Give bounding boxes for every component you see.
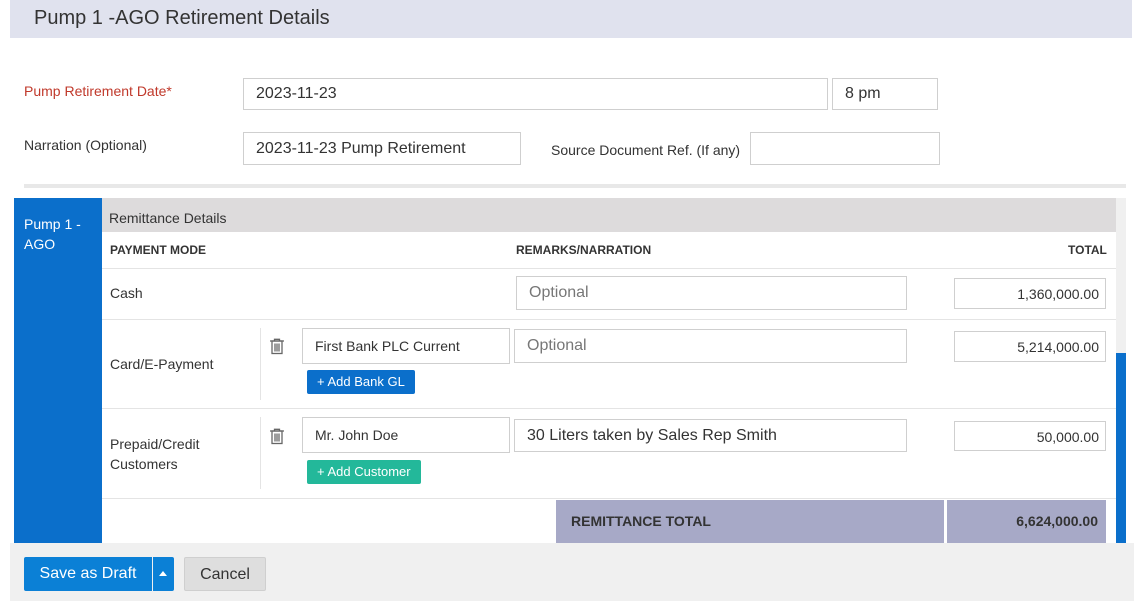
remittance-scrollbar[interactable] (1116, 198, 1126, 543)
card-total-input[interactable]: 5,214,000.00 (954, 331, 1106, 362)
trash-icon[interactable] (268, 427, 286, 445)
col-total: TOTAL (1068, 243, 1107, 257)
add-bank-gl-button[interactable]: + Add Bank GL (307, 370, 415, 394)
caret-up-icon[interactable] (153, 557, 174, 591)
footer-bar: Save as Draft Cancel (10, 543, 1134, 601)
row-divider (102, 268, 1116, 269)
trash-icon[interactable] (268, 337, 286, 355)
pump-tab[interactable]: Pump 1 - AGO (14, 198, 102, 543)
source-document-input[interactable] (750, 132, 940, 165)
remittance-title: Remittance Details (109, 210, 227, 226)
section-divider (24, 184, 1126, 188)
remittance-total-label: REMITTANCE TOTAL (556, 500, 944, 543)
page-title: Pump 1 -AGO Retirement Details (34, 7, 330, 29)
card-remarks-input[interactable]: Optional (514, 329, 907, 363)
col-remarks: REMARKS/NARRATION (516, 243, 652, 257)
cash-total-input[interactable]: 1,360,000.00 (954, 278, 1106, 309)
page-header: Pump 1 -AGO Retirement Details (10, 0, 1132, 38)
narration-label: Narration (Optional) (24, 137, 147, 153)
save-as-draft-button[interactable]: Save as Draft (24, 557, 152, 591)
retirement-date-label: Pump Retirement Date* (24, 83, 172, 99)
scroll-thumb[interactable] (1116, 353, 1126, 543)
retirement-time-input[interactable]: 8 pm (832, 78, 938, 110)
row-separator (260, 328, 261, 400)
row-separator (260, 417, 261, 489)
prepaid-remarks-input[interactable]: 30 Liters taken by Sales Rep Smith (514, 419, 907, 452)
remittance-panel: Remittance Details PAYMENT MODE REMARKS/… (102, 198, 1116, 543)
card-payment-label: Card/E-Payment (110, 356, 214, 372)
bank-account-select[interactable]: First Bank PLC Current (302, 328, 510, 364)
source-document-label: Source Document Ref. (If any) (551, 142, 741, 158)
remittance-total-value: 6,624,000.00 (947, 500, 1106, 543)
cancel-button[interactable]: Cancel (184, 557, 266, 591)
add-customer-button[interactable]: + Add Customer (307, 460, 421, 484)
remittance-header: Remittance Details (102, 198, 1116, 232)
narration-input[interactable]: 2023-11-23 Pump Retirement (243, 132, 521, 165)
col-payment-mode: PAYMENT MODE (110, 243, 207, 257)
row-divider (102, 408, 1116, 409)
customer-select[interactable]: Mr. John Doe (302, 417, 510, 453)
cash-remarks-input[interactable]: Optional (516, 276, 907, 310)
retirement-date-input[interactable]: 2023-11-23 (243, 78, 828, 110)
cash-label: Cash (110, 285, 143, 301)
row-divider (102, 498, 1116, 499)
prepaid-total-input[interactable]: 50,000.00 (954, 421, 1106, 451)
row-divider (102, 319, 1116, 320)
prepaid-credit-label: Prepaid/Credit Customers (110, 436, 200, 472)
